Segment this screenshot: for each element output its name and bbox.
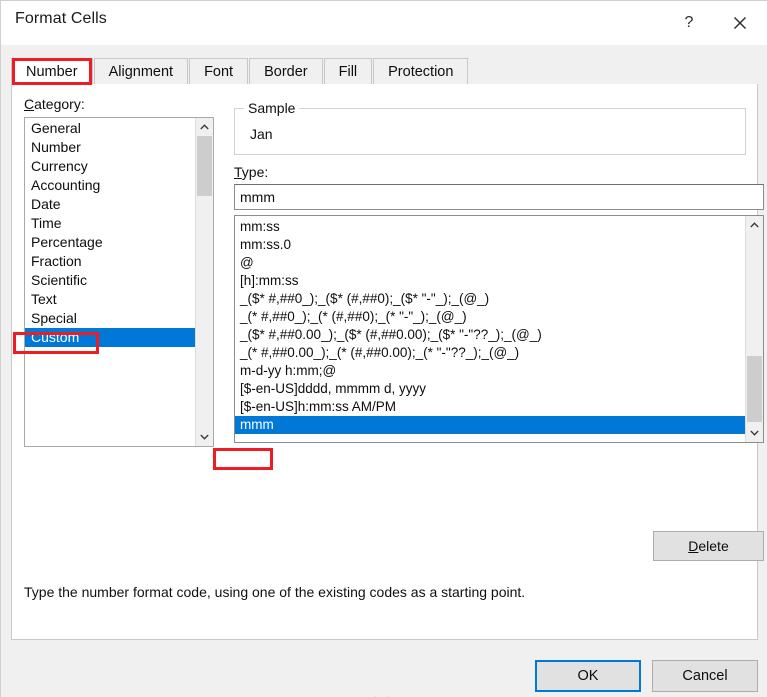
category-item-percentage[interactable]: Percentage — [25, 233, 195, 252]
tab-border[interactable]: Border — [249, 58, 323, 84]
category-item-date[interactable]: Date — [25, 195, 195, 214]
category-item-currency[interactable]: Currency — [25, 157, 195, 176]
type-listbox[interactable]: mm:ss mm:ss.0 @ [h]:mm:ss _($* #,##0_);_… — [234, 215, 764, 443]
tab-border-label: Border — [264, 63, 308, 80]
scroll-down-icon[interactable] — [746, 424, 763, 442]
type-item-9[interactable]: [$-en-US]dddd, mmmm d, yyyy — [235, 380, 745, 398]
tab-fill-label: Fill — [338, 63, 358, 80]
type-scroll-thumb[interactable] — [747, 356, 762, 422]
category-label: Category: — [24, 96, 85, 112]
sample-value: Jan — [250, 126, 273, 142]
tab-alignment[interactable]: Alignment — [93, 58, 189, 84]
type-item-2[interactable]: @ — [235, 254, 745, 272]
category-item-general[interactable]: General — [25, 119, 195, 138]
type-item-0[interactable]: mm:ss — [235, 218, 745, 236]
category-listbox[interactable]: General Number Currency Accounting Date … — [24, 117, 214, 447]
type-item-3[interactable]: [h]:mm:ss — [235, 272, 745, 290]
type-input[interactable] — [234, 184, 764, 210]
sample-group-box — [234, 108, 746, 155]
scroll-up-icon[interactable] — [196, 118, 213, 136]
title-bar: Format Cells ? — [1, 1, 767, 45]
category-scroll-thumb[interactable] — [197, 136, 212, 196]
type-item-1[interactable]: mm:ss.0 — [235, 236, 745, 254]
cancel-button[interactable]: Cancel — [652, 660, 758, 692]
ok-button-label: OK — [577, 668, 599, 684]
scroll-up-icon[interactable] — [746, 216, 763, 234]
ok-button[interactable]: OK — [535, 660, 641, 692]
type-label-text: ype: — [241, 164, 269, 180]
category-list-items: General Number Currency Accounting Date … — [25, 118, 195, 446]
category-item-time[interactable]: Time — [25, 214, 195, 233]
tab-number[interactable]: Number — [11, 58, 93, 84]
dialog-title: Format Cells — [15, 10, 107, 27]
help-text: Type the number format code, using one o… — [24, 584, 526, 600]
tab-fill[interactable]: Fill — [323, 58, 373, 84]
type-list-items: mm:ss mm:ss.0 @ [h]:mm:ss _($* #,##0_);_… — [235, 216, 745, 442]
exceldemy-watermark: exceldemy EXCEL · DATA · BI — [291, 693, 461, 697]
category-item-number[interactable]: Number — [25, 138, 195, 157]
tab-font-label: Font — [204, 63, 234, 80]
category-item-accounting[interactable]: Accounting — [25, 176, 195, 195]
cancel-button-label: Cancel — [682, 668, 728, 684]
category-item-fraction[interactable]: Fraction — [25, 252, 195, 271]
type-item-7[interactable]: _(* #,##0.00_);_(* (#,##0.00);_(* "-"??_… — [235, 344, 745, 362]
scroll-down-icon[interactable] — [196, 428, 213, 446]
dialog-body: Number Alignment Font Border Fill Protec… — [1, 45, 767, 697]
delete-button-accel: D — [688, 538, 699, 554]
type-scrollbar[interactable] — [745, 216, 763, 442]
type-item-5[interactable]: _(* #,##0_);_(* (#,##0);_(* "-"_);_(@_) — [235, 308, 745, 326]
category-label-text: ategory: — [34, 96, 85, 112]
type-item-mmm[interactable]: mmm — [235, 416, 745, 434]
type-item-4[interactable]: _($* #,##0_);_($* (#,##0);_($* "-"_);_(@… — [235, 290, 745, 308]
category-item-text[interactable]: Text — [25, 290, 195, 309]
type-label: Type: — [234, 164, 269, 180]
tab-number-label: Number — [26, 63, 78, 80]
title-bar-buttons: ? — [666, 1, 767, 45]
category-item-custom[interactable]: Custom — [25, 328, 195, 347]
close-icon — [734, 17, 746, 29]
category-scrollbar[interactable] — [195, 118, 213, 446]
tab-strip: Number Alignment Font Border Fill Protec… — [11, 56, 758, 84]
sample-label: Sample — [244, 100, 300, 116]
tab-font[interactable]: Font — [189, 58, 249, 84]
category-item-special[interactable]: Special — [25, 309, 195, 328]
format-cells-dialog: Format Cells ? Number Alignment Font Bor… — [0, 0, 767, 697]
type-item-6[interactable]: _($* #,##0.00_);_($* (#,##0.00);_($* "-"… — [235, 326, 745, 344]
number-tab-panel: Category: General Number Currency Accoun… — [11, 84, 764, 640]
delete-button-label: elete — [698, 538, 729, 554]
type-item-10[interactable]: [$-en-US]h:mm:ss AM/PM — [235, 398, 745, 416]
tab-protection[interactable]: Protection — [373, 58, 469, 84]
close-button[interactable] — [712, 1, 767, 45]
category-item-scientific[interactable]: Scientific — [25, 271, 195, 290]
tab-protection-label: Protection — [388, 63, 454, 80]
tab-alignment-label: Alignment — [108, 63, 174, 80]
delete-button[interactable]: Delete — [653, 531, 764, 561]
question-mark-icon: ? — [684, 14, 694, 31]
help-button[interactable]: ? — [666, 1, 712, 45]
type-item-8[interactable]: m-d-yy h:mm;@ — [235, 362, 745, 380]
